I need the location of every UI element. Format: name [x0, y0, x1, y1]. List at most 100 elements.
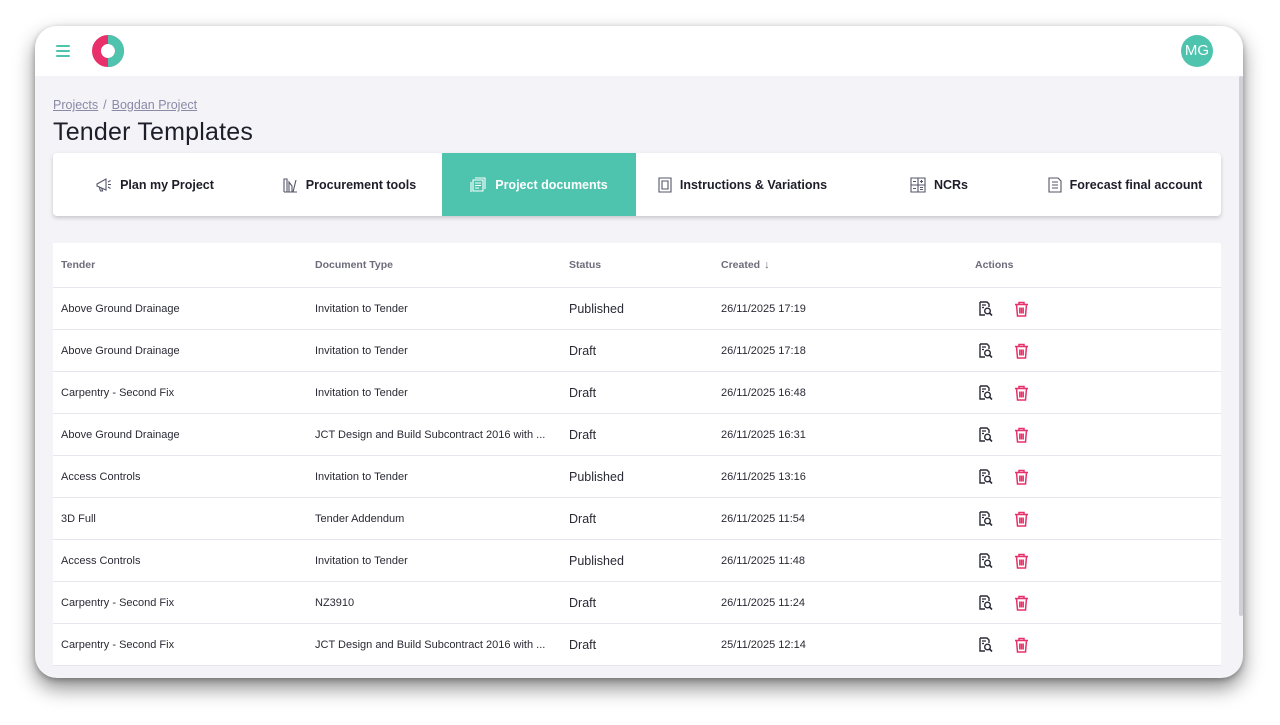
delete-trash-icon[interactable]: [1011, 509, 1031, 529]
delete-trash-icon[interactable]: [1011, 383, 1031, 403]
tab-forecast-final-account[interactable]: Forecast final account: [1029, 153, 1221, 216]
cell-created: 26/11/2025 17:18: [721, 344, 806, 357]
tools-icon: [283, 177, 297, 193]
app-window: MG Projects / Bogdan Project Tender Templa…: [35, 26, 1243, 678]
tab-project-documents[interactable]: Project documents: [442, 153, 636, 216]
table-row[interactable]: Carpentry - Second Fix Invitation to Tend…: [53, 372, 1221, 414]
delete-trash-icon[interactable]: [1011, 299, 1031, 319]
header-tender[interactable]: Tender: [61, 259, 315, 271]
tab-label: Forecast final account: [1069, 177, 1203, 192]
tab-label: Procurement tools: [305, 177, 417, 192]
cell-document-type: Tender Addendum: [315, 512, 405, 525]
view-document-icon[interactable]: [975, 425, 995, 445]
cell-actions: [975, 509, 1047, 529]
cell-document-type: Invitation to Tender: [315, 344, 408, 357]
scrollbar[interactable]: [1239, 76, 1243, 616]
tender-templates-table: Tender Document Type Status Created ↓ Act…: [53, 243, 1221, 666]
cell-created: 25/11/2025 12:14: [721, 638, 806, 651]
cell-created: 26/11/2025 16:31: [721, 428, 806, 441]
header-document-type[interactable]: Document Type: [315, 259, 569, 271]
tab-plan-my-project[interactable]: Plan my Project: [53, 153, 256, 216]
view-document-icon[interactable]: [975, 467, 995, 487]
user-avatar[interactable]: MG: [1181, 35, 1213, 67]
tab-instructions-variations[interactable]: Instructions & Variations: [636, 153, 849, 216]
tab-label: Instructions & Variations: [679, 177, 828, 192]
table-row[interactable]: Above Ground Drainage Invitation to Tende…: [53, 288, 1221, 330]
table-row[interactable]: Above Ground Drainage Invitation to Tende…: [53, 330, 1221, 372]
header-actions: Actions: [975, 259, 1014, 271]
view-document-icon[interactable]: [975, 593, 995, 613]
cell-tender: 3D Full: [61, 512, 96, 525]
cell-status: Published: [569, 553, 624, 568]
cell-document-type: Invitation to Tender: [315, 470, 408, 483]
cell-tender: Above Ground Drainage: [61, 302, 180, 315]
cell-created: 26/11/2025 11:24: [721, 596, 806, 609]
cell-tender: Above Ground Drainage: [61, 428, 180, 441]
cell-created: 26/11/2025 11:48: [721, 554, 806, 567]
delete-trash-icon[interactable]: [1011, 425, 1031, 445]
delete-trash-icon[interactable]: [1011, 467, 1031, 487]
hamburger-menu-icon[interactable]: [56, 45, 70, 57]
delete-trash-icon[interactable]: [1011, 341, 1031, 361]
documents-icon: [470, 176, 486, 192]
cell-document-type: NZ3910: [315, 596, 355, 609]
cell-created: 26/11/2025 16:48: [721, 386, 806, 399]
top-bar: MG: [35, 26, 1243, 76]
brand-logo[interactable]: [91, 34, 125, 68]
ncr-grid-icon: [910, 176, 926, 193]
table-row[interactable]: 3D Full Tender Addendum Draft 26/11/2025 11…: [53, 498, 1221, 540]
view-document-icon[interactable]: [975, 551, 995, 571]
cell-actions: [975, 341, 1047, 361]
view-document-icon[interactable]: [975, 635, 995, 655]
view-document-icon[interactable]: [975, 509, 995, 529]
breadcrumb-project[interactable]: Bogdan Project: [112, 98, 197, 112]
delete-trash-icon[interactable]: [1011, 593, 1031, 613]
table-row[interactable]: Above Ground Drainage JCT Design and Buil…: [53, 414, 1221, 456]
cell-actions: [975, 593, 1047, 613]
delete-trash-icon[interactable]: [1011, 635, 1031, 655]
view-document-icon[interactable]: [975, 341, 995, 361]
delete-trash-icon[interactable]: [1011, 551, 1031, 571]
tab-label: Project documents: [495, 177, 608, 192]
cell-tender: Carpentry - Second Fix: [61, 596, 175, 609]
view-document-icon[interactable]: [975, 383, 995, 403]
cell-tender: Access Controls: [61, 554, 141, 567]
cell-created: 26/11/2025 17:19: [721, 302, 806, 315]
cell-actions: [975, 299, 1047, 319]
table-row[interactable]: Carpentry - Second Fix NZ3910 Draft 26/11/2…: [53, 582, 1221, 624]
megaphone-icon: [96, 177, 112, 192]
cell-actions: [975, 635, 1047, 655]
table-header: Tender Document Type Status Created ↓ Act…: [53, 243, 1221, 288]
tab-bar: Plan my Project Procurement tools Projec…: [53, 153, 1221, 216]
breadcrumb-projects[interactable]: Projects: [53, 98, 98, 112]
table-row[interactable]: Access Controls Invitation to Tender Publi…: [53, 456, 1221, 498]
cell-status: Published: [569, 301, 624, 316]
cell-actions: [975, 467, 1047, 487]
cell-status: Draft: [569, 343, 597, 358]
cell-actions: [975, 425, 1047, 445]
header-created[interactable]: Created ↓: [721, 259, 975, 271]
cell-tender: Carpentry - Second Fix: [61, 386, 175, 399]
tab-ncrs[interactable]: NCRs: [849, 153, 1029, 216]
cell-created: 26/11/2025 13:16: [721, 470, 806, 483]
header-status[interactable]: Status: [569, 259, 721, 271]
table-row[interactable]: Access Controls Invitation to Tender Publi…: [53, 540, 1221, 582]
breadcrumb-separator: /: [103, 98, 107, 112]
sort-arrow-icon[interactable]: ↓: [764, 259, 770, 271]
cell-tender: Access Controls: [61, 470, 141, 483]
cell-tender: Carpentry - Second Fix: [61, 638, 175, 651]
page-title: Tender Templates: [53, 118, 254, 146]
cell-document-type: JCT Design and Build Subcontract 2016 wi…: [315, 428, 546, 441]
cell-actions: [975, 383, 1047, 403]
instructions-icon: [658, 176, 672, 193]
table-body: Above Ground Drainage Invitation to Tende…: [53, 288, 1221, 666]
tab-procurement-tools[interactable]: Procurement tools: [256, 153, 442, 216]
cell-created: 26/11/2025 11:54: [721, 512, 806, 525]
table-row[interactable]: Carpentry - Second Fix JCT Design and Bui…: [53, 624, 1221, 666]
cell-status: Draft: [569, 595, 597, 610]
breadcrumb: Projects / Bogdan Project: [53, 98, 197, 112]
forecast-doc-icon: [1048, 176, 1062, 193]
view-document-icon[interactable]: [975, 299, 995, 319]
cell-status: Published: [569, 469, 624, 484]
cell-tender: Above Ground Drainage: [61, 344, 180, 357]
